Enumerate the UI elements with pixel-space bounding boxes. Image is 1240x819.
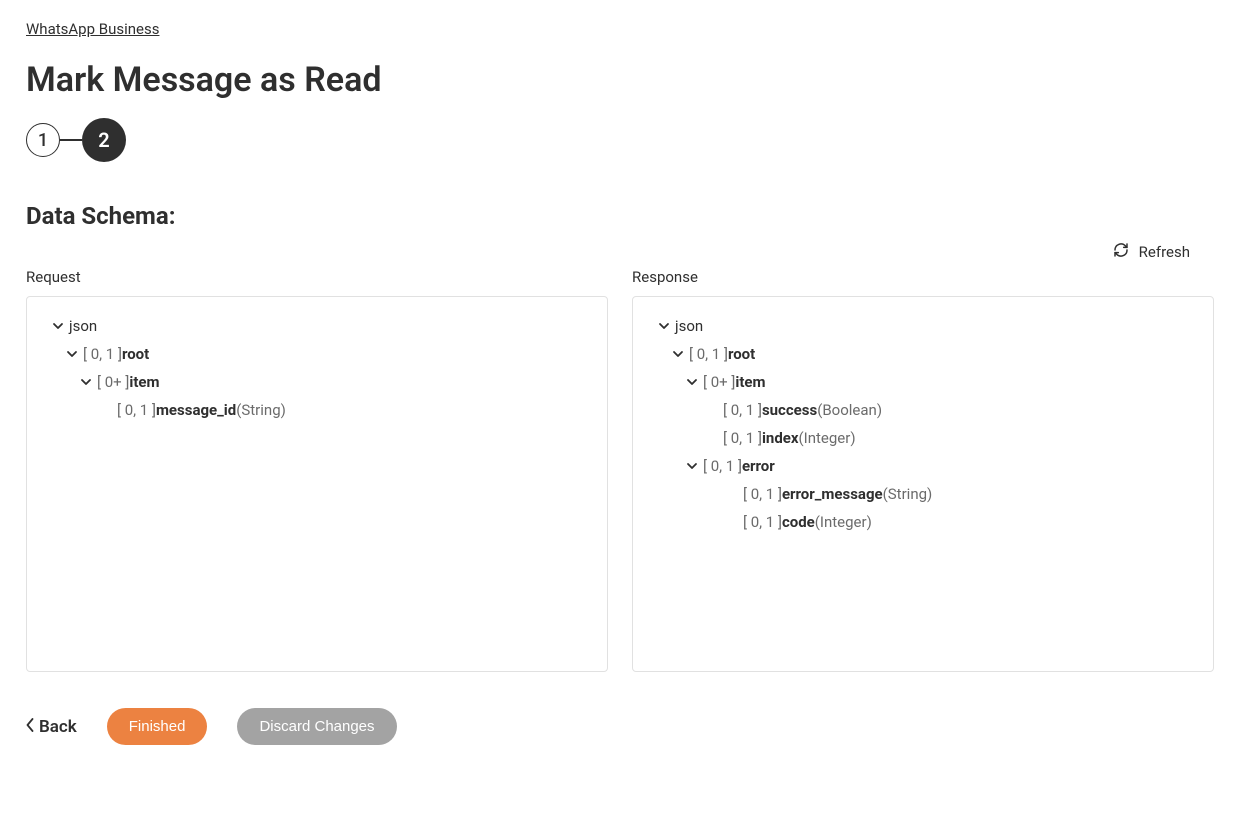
back-label: Back [39,717,77,737]
node-name: root [122,345,149,363]
node-name: root [728,345,755,363]
cardinality: [ 0+ ] [97,373,129,391]
tree-node: [ 0, 1 ] index (Integer) [655,429,1191,447]
tree-node[interactable]: [ 0+ ] item [655,373,1191,391]
cardinality: [ 0, 1 ] [117,401,156,419]
tree-node: [ 0, 1 ] message_id (String) [49,401,585,419]
node-name: item [129,373,159,391]
node-name: json [69,317,97,335]
tree-node[interactable]: [ 0+ ] item [49,373,585,391]
tree-node: [ 0, 1 ] error_message (String) [655,485,1191,503]
node-name: item [735,373,765,391]
chevron-down-icon[interactable] [683,457,701,475]
chevron-down-icon [723,485,741,503]
node-name: code [782,513,815,531]
request-panel: json [ 0, 1 ] root [ 0+ ] item [ 0, 1 ] mes… [26,296,608,672]
discard-button[interactable]: Discard Changes [237,708,396,745]
cardinality: [ 0, 1 ] [83,345,122,363]
step-connector [60,139,82,141]
step-1[interactable]: 1 [26,123,60,157]
node-name: success [762,401,817,419]
node-type: (String) [883,485,933,503]
cardinality: [ 0, 1 ] [743,513,782,531]
tree-node: [ 0, 1 ] code (Integer) [655,513,1191,531]
node-name: index [762,429,799,447]
cardinality: [ 0, 1 ] [723,401,762,419]
step-2[interactable]: 2 [82,118,126,162]
tree-node[interactable]: [ 0, 1 ] root [655,345,1191,363]
cardinality: [ 0, 1 ] [743,485,782,503]
chevron-left-icon [26,717,35,737]
chevron-down-icon[interactable] [655,317,673,335]
chevron-down-icon [703,401,721,419]
node-name: json [675,317,703,335]
node-name: error [742,457,775,475]
refresh-label: Refresh [1139,243,1190,261]
node-type: (Integer) [815,513,872,531]
chevron-down-icon[interactable] [683,373,701,391]
response-label: Response [632,268,1214,286]
tree-node[interactable]: [ 0, 1 ] root [49,345,585,363]
finished-button[interactable]: Finished [107,708,208,745]
refresh-icon [1113,242,1129,262]
tree-node[interactable]: json [49,317,585,335]
tree-node[interactable]: json [655,317,1191,335]
chevron-down-icon [97,401,115,419]
chevron-down-icon[interactable] [669,345,687,363]
node-name: message_id [156,401,236,419]
tree-node[interactable]: [ 0, 1 ] error [655,457,1191,475]
breadcrumb-link[interactable]: WhatsApp Business [26,20,159,38]
tree-node: [ 0, 1 ] success (Boolean) [655,401,1191,419]
section-title: Data Schema: [26,202,1214,230]
response-panel: json [ 0, 1 ] root [ 0+ ] item [ 0, 1 ] suc… [632,296,1214,672]
node-type: (String) [236,401,286,419]
cardinality: [ 0, 1 ] [723,429,762,447]
cardinality: [ 0, 1 ] [689,345,728,363]
chevron-down-icon[interactable] [49,317,67,335]
cardinality: [ 0+ ] [703,373,735,391]
chevron-down-icon [723,513,741,531]
back-button[interactable]: Back [26,717,77,737]
node-type: (Boolean) [817,401,882,419]
stepper: 1 2 [26,118,1214,162]
chevron-down-icon[interactable] [63,345,81,363]
node-type: (Integer) [799,429,856,447]
cardinality: [ 0, 1 ] [703,457,742,475]
chevron-down-icon [703,429,721,447]
chevron-down-icon[interactable] [77,373,95,391]
refresh-button[interactable]: Refresh [26,242,1214,262]
request-label: Request [26,268,608,286]
page-title: Mark Message as Read [26,60,1214,100]
node-name: error_message [782,485,883,503]
